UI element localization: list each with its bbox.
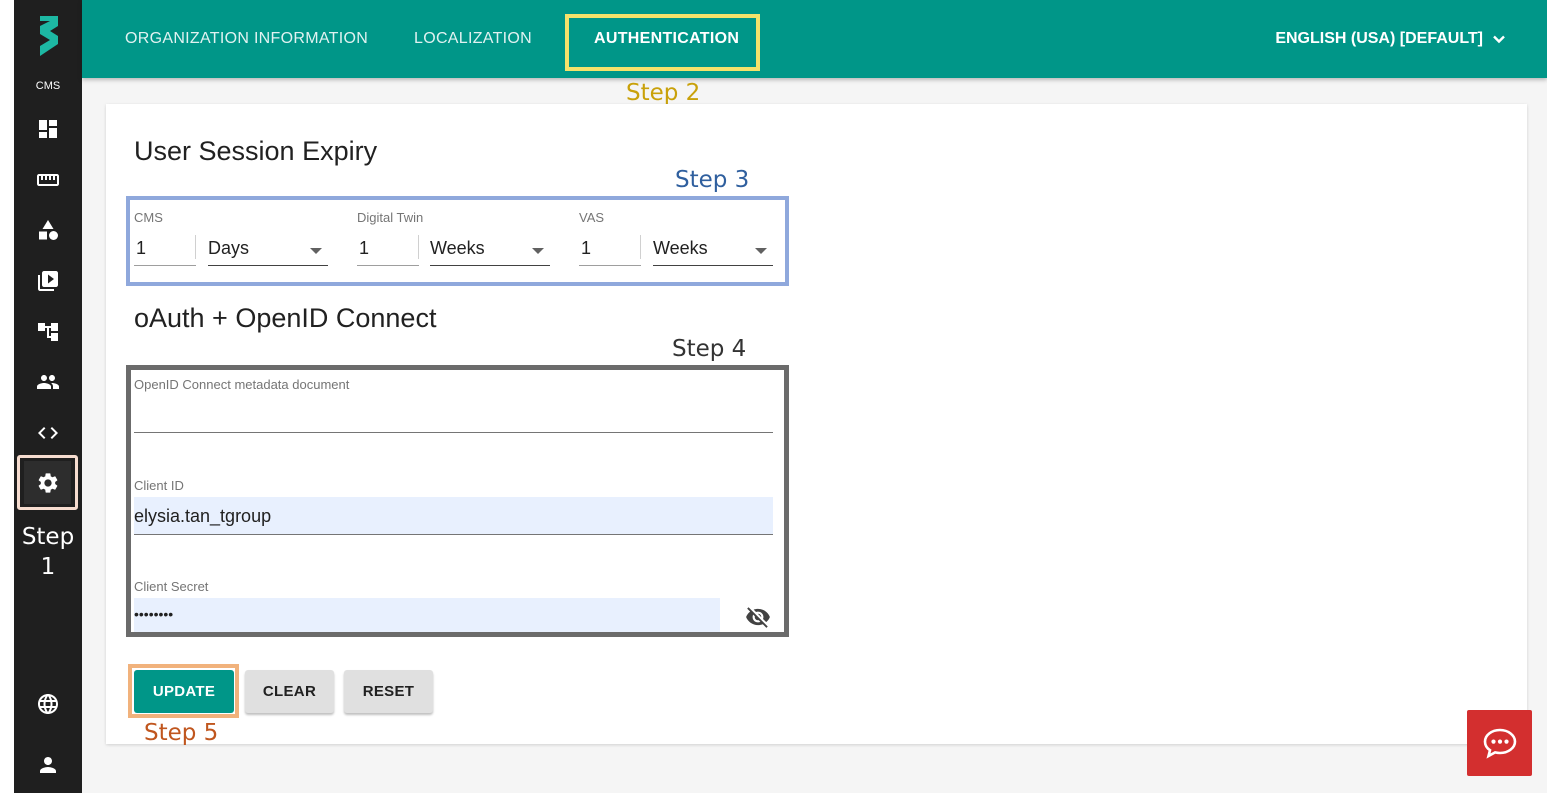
step5-annotation: Step 5 (144, 720, 219, 746)
dropdown-arrow-icon (532, 248, 544, 254)
client-id-input[interactable]: elysia.tan_tgroup (134, 497, 773, 535)
settings-nav-highlight[interactable] (17, 455, 78, 510)
globe-icon[interactable] (34, 690, 62, 718)
step4-annotation: Step 4 (672, 336, 747, 362)
settings-gear-icon[interactable] (24, 461, 71, 504)
digital-twin-expiry-value-input[interactable]: 1 (357, 230, 419, 266)
clear-button[interactable]: CLEAR (245, 670, 334, 713)
media-library-icon[interactable] (34, 267, 62, 295)
users-icon[interactable] (34, 368, 62, 396)
cms-expiry-value-input[interactable]: 1 (134, 230, 196, 266)
digital-twin-expiry-unit-value: Weeks (430, 238, 485, 258)
app-logo[interactable] (36, 14, 62, 58)
digital-twin-expiry-unit-select[interactable]: Weeks (430, 230, 550, 266)
top-navigation-bar: ORGANIZATION INFORMATION LOCALIZATION AU… (82, 0, 1547, 78)
ruler-icon[interactable] (34, 166, 62, 194)
field-separator (195, 235, 196, 259)
hierarchy-icon[interactable] (34, 318, 62, 346)
cms-label: CMS (35, 80, 61, 92)
dashboard-icon[interactable] (34, 115, 62, 143)
oauth-section-title: oAuth + OpenID Connect (134, 303, 437, 333)
authentication-settings-card: User Session Expiry Step 3 CMS 1 Days Di… (106, 104, 1527, 746)
vas-expiry-unit-value: Weeks (653, 238, 708, 258)
language-label: ENGLISH (USA) [DEFAULT] (1275, 30, 1483, 47)
chat-support-button[interactable] (1467, 710, 1532, 776)
language-selector[interactable]: ENGLISH (USA) [DEFAULT] (1275, 30, 1507, 48)
vas-expiry-label: VAS (579, 210, 605, 225)
sidebar: CMS Step 1 (14, 0, 82, 793)
session-expiry-title: User Session Expiry (134, 136, 378, 166)
window-edge (0, 0, 14, 793)
dropdown-arrow-icon (310, 248, 322, 254)
cms-expiry-unit-value: Days (208, 238, 250, 258)
tab-organization-information[interactable]: ORGANIZATION INFORMATION (125, 30, 368, 48)
tab-localization[interactable]: LOCALIZATION (414, 30, 532, 48)
account-icon[interactable] (34, 751, 62, 779)
chat-bubble-icon (1483, 728, 1516, 759)
reset-button[interactable]: RESET (344, 670, 433, 713)
vas-expiry-value-input[interactable]: 1 (579, 230, 641, 266)
vas-expiry-unit-select[interactable]: Weeks (653, 230, 773, 266)
update-button[interactable]: UPDATE (134, 670, 234, 713)
field-separator (418, 235, 419, 259)
digital-twin-expiry-label: Digital Twin (357, 210, 424, 225)
client-id-label: Client ID (134, 478, 184, 493)
metadata-document-label: OpenID Connect metadata document (134, 377, 350, 392)
metadata-document-input[interactable] (134, 395, 773, 433)
step1-annotation: Step 1 (21, 524, 75, 580)
field-separator (640, 235, 641, 259)
visibility-off-icon[interactable] (744, 604, 772, 630)
cms-expiry-label: CMS (134, 210, 163, 225)
step2-annotation: Step 2 (626, 80, 701, 106)
code-icon[interactable] (34, 419, 62, 447)
tab-authentication[interactable]: AUTHENTICATION (594, 30, 739, 48)
dropdown-arrow-icon (755, 248, 767, 254)
shapes-icon[interactable] (34, 216, 62, 244)
client-secret-label: Client Secret (134, 579, 209, 594)
cms-expiry-unit-select[interactable]: Days (208, 230, 328, 266)
chevron-down-icon (1493, 35, 1505, 44)
step3-annotation: Step 3 (675, 167, 750, 193)
client-secret-input[interactable]: •••••••• (134, 598, 720, 632)
